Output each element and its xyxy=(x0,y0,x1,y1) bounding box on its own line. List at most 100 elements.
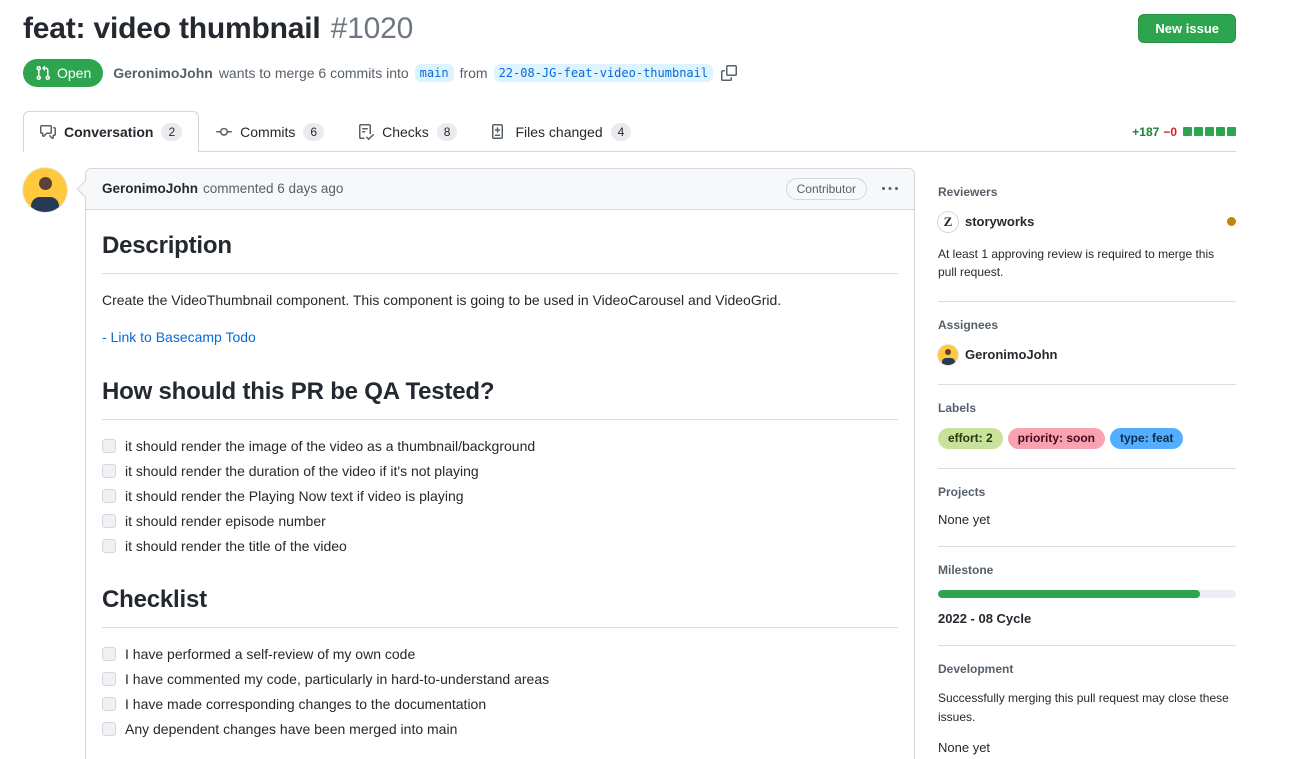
task-checkbox[interactable] xyxy=(102,489,116,503)
avatar-torso xyxy=(31,197,59,212)
tab-conversation-label: Conversation xyxy=(64,122,153,142)
author-link[interactable]: GeronimoJohn xyxy=(113,65,213,81)
task-label: it should render the image of the video … xyxy=(125,436,535,456)
task-item: it should render the duration of the vid… xyxy=(102,461,898,481)
milestone-progress-fill xyxy=(938,590,1200,598)
task-checkbox[interactable] xyxy=(102,672,116,686)
task-checkbox[interactable] xyxy=(102,439,116,453)
tab-conversation-count: 2 xyxy=(161,123,182,141)
review-requirement-note: At least 1 approving review is required … xyxy=(938,245,1236,282)
task-item: it should render episode number xyxy=(102,511,898,531)
projects-value: None yet xyxy=(938,512,1236,527)
assignees-section: Assignees GeronimoJohn xyxy=(938,302,1236,385)
milestone-name[interactable]: 2022 - 08 Cycle xyxy=(938,611,1236,626)
task-checkbox[interactable] xyxy=(102,647,116,661)
development-value: None yet xyxy=(938,740,1236,755)
label-list: effort: 2 priority: soon type: feat xyxy=(938,428,1236,449)
avatar-column xyxy=(23,168,85,759)
diffstat-blocks xyxy=(1183,127,1236,136)
diffstat[interactable]: +187 −0 xyxy=(1132,125,1236,151)
task-checkbox[interactable] xyxy=(102,464,116,478)
merge-action-text: wants to merge 6 commits into xyxy=(219,65,409,81)
diffstat-additions: +187 xyxy=(1132,125,1159,139)
task-item: I have made corresponding changes to the… xyxy=(102,694,898,714)
from-text: from xyxy=(460,65,488,81)
comment-timestamp[interactable]: commented 6 days ago xyxy=(203,181,343,196)
assignees-title: Assignees xyxy=(938,318,1236,332)
reviewer-avatar: Z xyxy=(938,212,958,232)
task-label: it should render the duration of the vid… xyxy=(125,461,479,481)
avatar-head xyxy=(39,177,52,190)
task-label: it should render the title of the video xyxy=(125,536,347,556)
task-checkbox[interactable] xyxy=(102,697,116,711)
base-branch-label[interactable]: main xyxy=(415,64,454,82)
checklist-icon xyxy=(358,124,374,140)
task-checkbox[interactable] xyxy=(102,514,116,528)
development-title: Development xyxy=(938,662,1236,676)
milestone-section: Milestone 2022 - 08 Cycle xyxy=(938,547,1236,646)
task-checkbox[interactable] xyxy=(102,722,116,736)
reviewer-name: storyworks xyxy=(965,214,1034,229)
qa-heading: How should this PR be QA Tested? xyxy=(102,374,898,420)
comment-header: GeronimoJohn commented 6 days ago Contri… xyxy=(86,169,914,210)
pr-header: feat: video thumbnail #1020 New issue xyxy=(23,12,1236,47)
task-label: Any dependent changes have been merged i… xyxy=(125,719,457,739)
status-label: Open xyxy=(57,65,91,81)
task-checkbox[interactable] xyxy=(102,539,116,553)
tab-commits[interactable]: Commits 6 xyxy=(199,111,341,152)
labels-title: Labels xyxy=(938,401,1236,415)
task-item: it should render the Playing Now text if… xyxy=(102,486,898,506)
tab-files-label: Files changed xyxy=(515,122,602,142)
comment-author-avatar[interactable] xyxy=(23,168,67,212)
projects-title: Projects xyxy=(938,485,1236,499)
comment-discussion-icon xyxy=(40,124,56,140)
task-item: I have performed a self-review of my own… xyxy=(102,644,898,664)
label-effort[interactable]: effort: 2 xyxy=(938,428,1003,449)
basecamp-todo-link[interactable]: - Link to Basecamp Todo xyxy=(102,329,256,345)
page-title: feat: video thumbnail #1020 xyxy=(23,12,413,47)
pr-number: #1020 xyxy=(331,12,413,45)
label-priority[interactable]: priority: soon xyxy=(1008,428,1105,449)
label-type[interactable]: type: feat xyxy=(1110,428,1183,449)
pr-merge-summary: GeronimoJohn wants to merge 6 commits in… xyxy=(113,64,737,82)
tab-checks[interactable]: Checks 8 xyxy=(341,111,474,152)
git-commit-icon xyxy=(216,124,232,140)
projects-section: Projects None yet xyxy=(938,469,1236,547)
task-item: Any dependent changes have been merged i… xyxy=(102,719,898,739)
description-heading: Description xyxy=(102,228,898,274)
description-text: Create the VideoThumbnail component. Thi… xyxy=(102,290,898,311)
head-branch-label[interactable]: 22-08-JG-feat-video-thumbnail xyxy=(494,64,714,82)
file-diff-icon xyxy=(491,124,507,140)
labels-section: Labels effort: 2 priority: soon type: fe… xyxy=(938,385,1236,469)
comment-box: GeronimoJohn commented 6 days ago Contri… xyxy=(85,168,915,759)
assignee-name: GeronimoJohn xyxy=(965,347,1057,362)
pending-review-dot-icon xyxy=(1227,217,1236,226)
git-pull-request-icon xyxy=(35,65,51,81)
development-section: Development Successfully merging this pu… xyxy=(938,646,1236,759)
copy-branch-icon[interactable] xyxy=(721,65,737,81)
development-note: Successfully merging this pull request m… xyxy=(938,689,1236,727)
pr-tabs: Conversation 2 Commits 6 Checks 8 xyxy=(23,111,648,151)
pr-meta-row: Open GeronimoJohn wants to merge 6 commi… xyxy=(23,59,1236,87)
tab-files-changed[interactable]: Files changed 4 xyxy=(474,111,648,152)
task-item: it should render the image of the video … xyxy=(102,436,898,456)
pr-sidebar: Reviewers Z storyworks At least 1 approv… xyxy=(938,168,1236,759)
reviewer-row[interactable]: Z storyworks xyxy=(938,212,1236,232)
diffstat-deletions: −0 xyxy=(1163,125,1177,139)
task-label: it should render the Playing Now text if… xyxy=(125,486,464,506)
assignee-row[interactable]: GeronimoJohn xyxy=(938,345,1236,365)
tab-conversation[interactable]: Conversation 2 xyxy=(23,111,199,152)
kebab-menu-icon[interactable] xyxy=(882,181,898,197)
conversation-timeline: GeronimoJohn commented 6 days ago Contri… xyxy=(23,168,915,759)
new-issue-button[interactable]: New issue xyxy=(1138,14,1236,43)
comment-body: Description Create the VideoThumbnail co… xyxy=(86,210,914,759)
reviewers-section: Reviewers Z storyworks At least 1 approv… xyxy=(938,168,1236,302)
comment-author[interactable]: GeronimoJohn xyxy=(102,181,198,196)
milestone-progress-bar xyxy=(938,590,1236,598)
tab-commits-count: 6 xyxy=(303,123,324,141)
tab-commits-label: Commits xyxy=(240,122,295,142)
assignee-avatar xyxy=(938,345,958,365)
tab-checks-count: 8 xyxy=(437,123,458,141)
task-label: I have commented my code, particularly i… xyxy=(125,669,549,689)
task-label: I have made corresponding changes to the… xyxy=(125,694,486,714)
